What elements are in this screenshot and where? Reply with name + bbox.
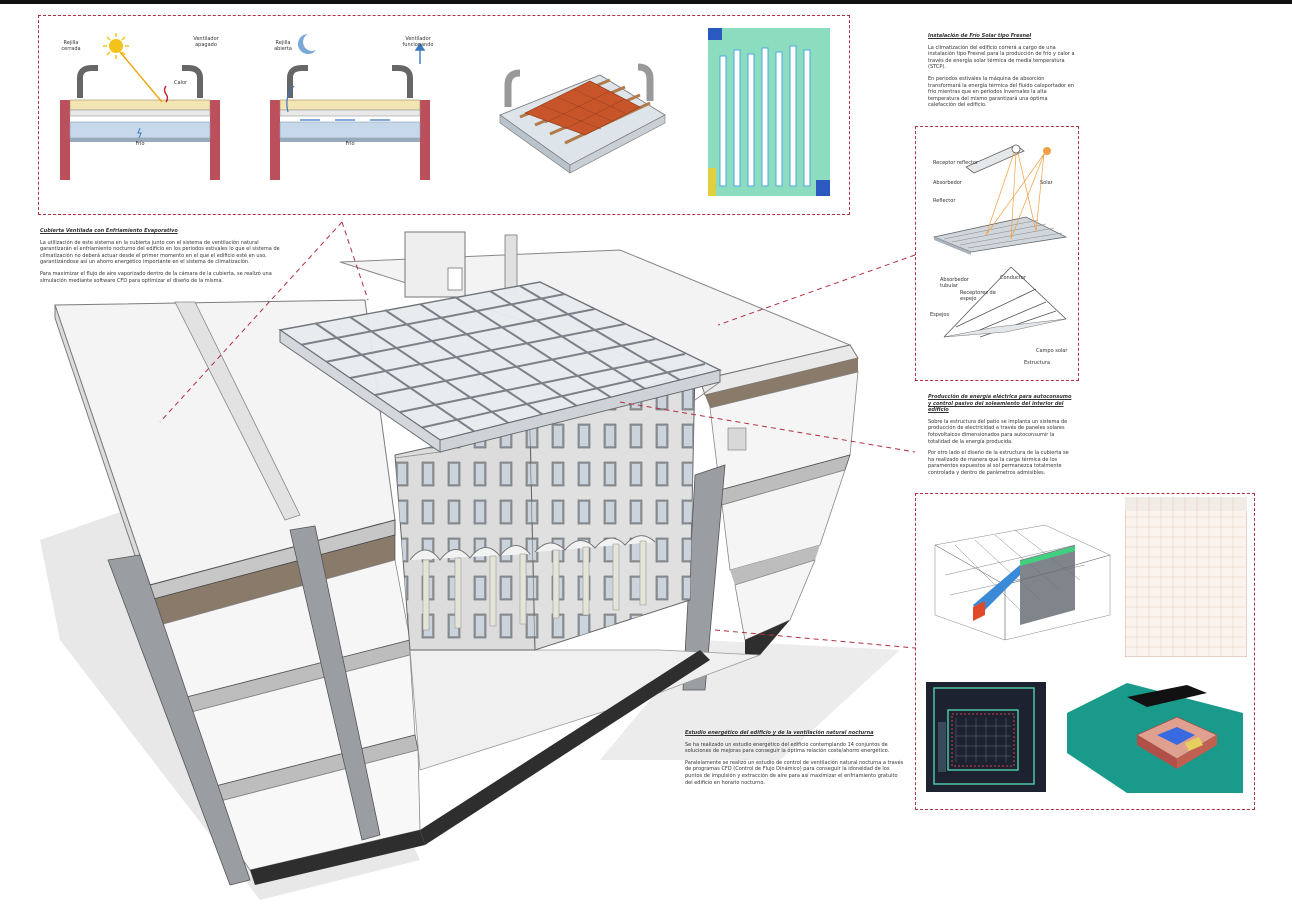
- fresnel-label-receptores: Receptores de espejo: [960, 290, 996, 302]
- frio-solar-title: Instalación de Frío Solar tipo Fresnel: [928, 33, 1032, 39]
- produccion-title: Producción de energía eléctrica para aut…: [928, 394, 1072, 414]
- roof-cutaway-3d: [499, 63, 666, 174]
- cubierta-text-block: Cubierta Ventilada con Enfriamiento Evap…: [40, 228, 290, 289]
- diagram1-label-left: Rejilla cerrada: [61, 40, 81, 52]
- cfd-simulation-image: [708, 28, 830, 196]
- roof-diagram-open: [270, 34, 430, 180]
- diagram2-label-right: Ventilador funcionando: [402, 36, 434, 48]
- diagram2-label-bottom: Frío: [345, 141, 355, 147]
- frio-solar-paragraph-1: La climatización del edificio correrá a …: [928, 44, 1075, 71]
- cubierta-paragraph-2: Para maximizar el flujo de aire vaporiza…: [40, 270, 272, 284]
- fresnel-label-absorbedor: Absorbedor: [933, 180, 962, 186]
- roof-diagram-closed: [60, 33, 220, 180]
- estudio-paragraph-1: Se ha realizado un estudio energético de…: [685, 741, 890, 755]
- produccion-text-block: Producción de energía eléctrica para aut…: [928, 394, 1076, 482]
- fresnel-label-campo: Campo solar: [1036, 348, 1068, 354]
- produccion-paragraph-1: Sobre la estructura del patio se implant…: [928, 418, 1068, 445]
- cfd-floor-plan-image: [926, 682, 1046, 792]
- energy-table-image: [1125, 497, 1247, 657]
- diagram1-label-heat: Calor: [174, 80, 188, 86]
- diagram1-label-bottom: Frío: [135, 141, 145, 147]
- estudio-text-block: Estudio energético del edificio y de la …: [685, 730, 905, 791]
- fresnel-label-reflector: Reflector: [933, 198, 956, 204]
- fresnel-label-receptor-tubo: Absorbedor tubular: [940, 277, 969, 289]
- estudio-title: Estudio energético del edificio y de la …: [685, 730, 874, 736]
- energy-model-3d: [925, 515, 1115, 645]
- fresnel-label-receptor: Receptor reflector: [933, 160, 979, 166]
- frio-solar-text-block: Instalación de Frío Solar tipo Fresnel L…: [928, 33, 1076, 114]
- cubierta-title: Cubierta Ventilada con Enfriamiento Evap…: [40, 228, 178, 234]
- fresnel-label-solar: Solar: [1040, 180, 1053, 186]
- fresnel-label-estructura: Estructura: [1024, 360, 1050, 366]
- fresnel-label-conductor: Conductor: [1000, 275, 1026, 281]
- diagram1-label-right: Ventilador apagado: [193, 36, 219, 48]
- estudio-paragraph-2: Paralelamente se realizó un estudio de c…: [685, 759, 904, 786]
- sun-icon: [103, 33, 129, 59]
- produccion-paragraph-2: Por otro lado el diseño de la estructura…: [928, 450, 1069, 476]
- frio-solar-paragraph-2: En periodos estivales la máquina de abso…: [928, 75, 1074, 109]
- diagram2-label-left: Rejilla abierta: [274, 40, 292, 52]
- heat-wave-icon: [163, 85, 169, 103]
- cubierta-paragraph-1: La utilización de este sistema en la cub…: [40, 239, 280, 266]
- building-model-3d: [1067, 683, 1243, 793]
- fresnel-label-espejos: Espejos: [930, 312, 950, 318]
- moon-icon: [298, 34, 316, 55]
